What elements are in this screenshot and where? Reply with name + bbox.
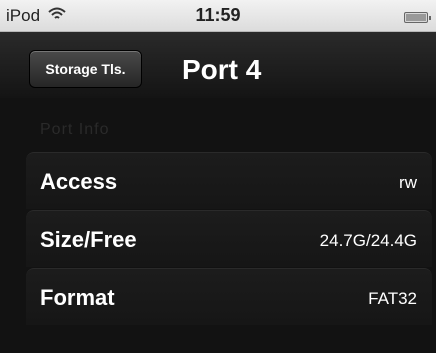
status-bar: iPod 11:59 — [0, 0, 436, 32]
table-row-format[interactable]: Format FAT32 — [26, 268, 432, 325]
battery-icon — [404, 12, 431, 23]
row-label: Size/Free — [40, 227, 137, 252]
row-label: Access — [40, 169, 118, 194]
table-row-size-free[interactable]: Size/Free 24.7G/24.4G — [26, 210, 432, 267]
status-time: 11:59 — [195, 5, 241, 25]
back-button[interactable]: Storage Tls. — [29, 50, 142, 88]
page-title: Port 4 — [182, 54, 262, 85]
navigation-bar: Storage Tls. Port 4 — [0, 32, 436, 98]
row-value: 24.7G/24.4G — [319, 231, 417, 250]
table-row-access[interactable]: Access rw — [26, 152, 432, 209]
row-value: FAT32 — [368, 289, 417, 308]
row-label: Format — [40, 285, 115, 310]
device-screen: iPod 11:59 Storage Tls. Port 4 Port Info… — [0, 0, 436, 353]
row-value: rw — [399, 173, 417, 192]
section-header: Port Info — [40, 121, 110, 138]
